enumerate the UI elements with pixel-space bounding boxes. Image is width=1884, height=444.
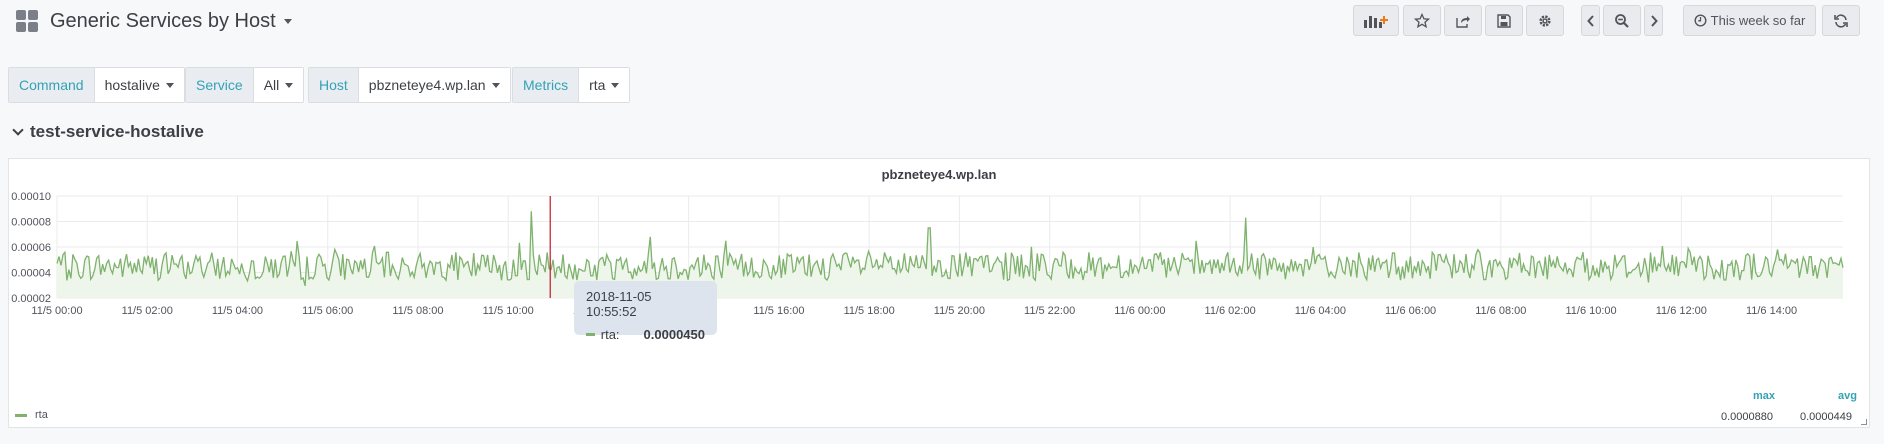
x-tick-label: 11/6 10:00	[1565, 305, 1616, 317]
time-picker-button[interactable]: This week so far	[1683, 5, 1816, 36]
legend-max-header[interactable]: max	[1753, 390, 1775, 402]
time-forward-button[interactable]	[1644, 5, 1663, 36]
caret-down-icon	[611, 82, 620, 88]
caret-down-icon	[491, 82, 500, 88]
row-title: test-service-hostalive	[30, 122, 204, 141]
panel-resize-handle[interactable]	[1861, 419, 1867, 425]
x-tick-label: 11/6 12:00	[1656, 305, 1707, 317]
x-tick-label: 11/5 06:00	[302, 305, 353, 317]
gear-icon	[1539, 14, 1551, 27]
y-tick-label: 0.00006	[11, 242, 51, 254]
dashboard-picker[interactable]: Generic Services by Host	[50, 10, 292, 33]
variable-host: Host pbzneteye4.wp.lan	[308, 67, 511, 103]
graph-tooltip: 2018-11-05 10:55:52 rta: 0.0000450	[574, 281, 717, 342]
variable-service: Service All	[185, 67, 305, 103]
graph-panel: pbzneteye4.wp.lan 0.00002 0.00004 0.00006 0…	[8, 158, 1870, 428]
x-tick-label: 11/6 06:00	[1385, 305, 1436, 317]
tooltip-time: 2018-11-05 10:55:52	[586, 289, 652, 319]
clock-icon	[1694, 14, 1707, 27]
tooltip-value: 0.0000450	[643, 327, 705, 342]
y-tick-label: 0.00002	[11, 293, 51, 305]
x-tick-label: 11/5 18:00	[844, 305, 895, 317]
legend-series-rta[interactable]: rta	[15, 409, 48, 421]
variable-dropdown[interactable]: rta	[579, 68, 630, 102]
y-tick-label: 0.00010	[11, 191, 51, 203]
top-navbar: Generic Services by Host This week so fa…	[0, 0, 1884, 44]
variable-value: pbzneteye4.wp.lan	[368, 77, 486, 93]
chevron-down-icon	[12, 124, 24, 136]
variable-label: Metrics	[513, 68, 580, 102]
refresh-icon	[1834, 13, 1848, 28]
share-button[interactable]	[1444, 5, 1482, 36]
legend-swatch[interactable]	[15, 413, 27, 417]
legend-max-value: 0.0000880	[1721, 411, 1773, 423]
tooltip-series-label: rta:	[600, 327, 620, 342]
zoom-out-icon	[1615, 13, 1629, 28]
tooltip-series-row: rta: 0.0000450	[586, 327, 705, 342]
legend-avg-value: 0.0000449	[1800, 411, 1852, 423]
x-tick-label: 11/5 04:00	[212, 305, 263, 317]
dashboard-title: Generic Services by Host	[50, 10, 276, 32]
variable-dropdown[interactable]: hostalive	[94, 68, 184, 102]
settings-button[interactable]	[1526, 5, 1564, 36]
variable-metrics: Metrics rta	[512, 67, 631, 103]
variable-label: Command	[9, 68, 95, 102]
chevron-right-icon	[1650, 14, 1658, 27]
save-icon	[1497, 13, 1511, 28]
x-tick-label: 11/5 22:00	[1024, 305, 1075, 317]
x-tick-label: 11/5 00:00	[31, 305, 82, 317]
y-tick-label: 0.00008	[11, 217, 51, 229]
tooltip-swatch	[586, 333, 595, 336]
zoom-out-button[interactable]	[1603, 5, 1641, 36]
variable-value: hostalive	[104, 77, 160, 93]
variable-value: rta	[589, 77, 606, 93]
time-back-button[interactable]	[1581, 5, 1600, 36]
variable-dropdown[interactable]: pbzneteye4.wp.lan	[358, 68, 510, 102]
legend-label[interactable]: rta	[35, 409, 48, 421]
y-tick-label: 0.00004	[11, 268, 51, 280]
variable-dropdown[interactable]: All	[253, 68, 304, 102]
variable-value: All	[263, 77, 280, 93]
caret-down-icon	[165, 82, 174, 88]
time-range-label: This week so far	[1710, 13, 1806, 28]
x-tick-label: 11/5 16:00	[753, 305, 804, 317]
save-button[interactable]	[1485, 5, 1523, 36]
variable-label: Service	[186, 68, 254, 102]
x-tick-label: 11/6 08:00	[1475, 305, 1526, 317]
refresh-button[interactable]	[1822, 5, 1860, 36]
x-tick-label: 11/6 02:00	[1205, 305, 1256, 317]
chevron-left-icon	[1586, 14, 1594, 27]
x-tick-label: 11/5 08:00	[392, 305, 443, 317]
variable-command: Command hostalive	[8, 67, 185, 103]
graph-plot[interactable]: 0.00002 0.00004 0.00006 0.00008 0.00010 11/5 …	[9, 159, 1871, 429]
variable-label: Host	[309, 68, 359, 102]
add-panel-icon	[1364, 15, 1388, 28]
star-icon	[1414, 12, 1430, 28]
x-tick-label: 11/5 20:00	[934, 305, 985, 317]
legend-avg-header[interactable]: avg	[1838, 390, 1857, 402]
caret-down-icon	[285, 82, 294, 88]
dashboards-grid-icon[interactable]	[16, 10, 38, 32]
x-tick-label: 11/6 04:00	[1295, 305, 1346, 317]
caret-down-icon	[283, 19, 292, 24]
x-tick-label: 11/6 14:00	[1746, 305, 1797, 317]
star-button[interactable]	[1403, 5, 1441, 36]
x-tick-label: 11/6 00:00	[1114, 305, 1165, 317]
x-tick-label: 11/5 02:00	[122, 305, 173, 317]
add-panel-button[interactable]	[1353, 5, 1399, 36]
x-tick-label: 11/5 10:00	[483, 305, 534, 317]
share-icon	[1456, 15, 1470, 28]
row-header[interactable]: test-service-hostalive	[12, 122, 204, 142]
series-area-rta	[57, 211, 1843, 298]
